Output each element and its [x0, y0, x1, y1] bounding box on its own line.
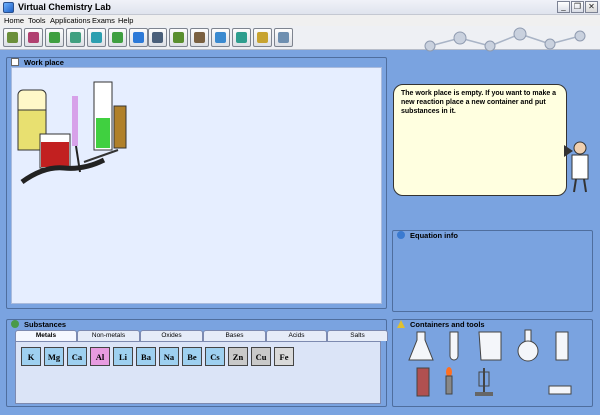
- element-k[interactable]: K: [21, 347, 41, 366]
- bunsen-stand-icon[interactable]: [413, 366, 433, 398]
- info-icon: [397, 231, 405, 239]
- tab-non-metals[interactable]: Non-metals: [77, 330, 140, 341]
- toolbar-button[interactable]: [148, 28, 167, 47]
- element-zn[interactable]: Zn: [228, 347, 248, 366]
- tool-icon: [133, 32, 144, 43]
- window-title: Virtual Chemistry Lab: [18, 2, 111, 12]
- element-fe[interactable]: Fe: [274, 347, 294, 366]
- tab-salts[interactable]: Salts: [327, 330, 388, 341]
- toolbar-button[interactable]: [169, 28, 188, 47]
- toolbar-button[interactable]: [45, 28, 64, 47]
- graduated-cylinder-icon[interactable]: [553, 330, 571, 362]
- toolbar-button[interactable]: [232, 28, 251, 47]
- assistant-message: The work place is empty. If you want to …: [401, 90, 557, 115]
- tool-icon: [215, 32, 226, 43]
- beaker-icon[interactable]: [477, 330, 503, 362]
- tab-bases[interactable]: Bases: [203, 330, 266, 341]
- round-flask-icon[interactable]: [515, 328, 541, 362]
- evaporating-dish-icon[interactable]: [547, 384, 573, 396]
- containers-panel: Containers and tools: [392, 319, 593, 407]
- scientist-avatar: [571, 141, 589, 193]
- toolbar-button[interactable]: [66, 28, 85, 47]
- menu-applications[interactable]: Applications: [50, 16, 90, 25]
- menu-bar: Home Tools Applications Exams Help: [0, 15, 600, 26]
- substances-header: Substances: [11, 319, 69, 329]
- toolbar-button[interactable]: [108, 28, 127, 47]
- menu-home[interactable]: Home: [4, 16, 24, 25]
- substance-tabs: Metals Non-metals Oxides Bases Acids Sal…: [15, 330, 388, 341]
- element-na[interactable]: Na: [159, 347, 179, 366]
- substances-icon: [11, 320, 19, 328]
- tool-icon: [236, 32, 247, 43]
- equation-info-panel: Equation info: [392, 230, 593, 312]
- toolbar-button[interactable]: [129, 28, 148, 47]
- toolbar-button[interactable]: [3, 28, 22, 47]
- molecule-decoration: [424, 27, 586, 52]
- tool-icon: [70, 32, 81, 43]
- containers-title: Containers and tools: [408, 319, 487, 329]
- toolbar-button[interactable]: [211, 28, 230, 47]
- tab-acids[interactable]: Acids: [266, 330, 327, 341]
- tab-oxides[interactable]: Oxides: [140, 330, 203, 341]
- toolbar-button[interactable]: [87, 28, 106, 47]
- element-be[interactable]: Be: [182, 347, 202, 366]
- workplace-panel: Work place: [6, 57, 387, 309]
- minimize-button[interactable]: _: [557, 1, 570, 13]
- substances-title: Substances: [22, 319, 69, 329]
- element-cu[interactable]: Cu: [251, 347, 271, 366]
- menu-exams[interactable]: Exams: [92, 16, 115, 25]
- erlenmeyer-flask-icon[interactable]: [407, 330, 435, 362]
- tool-icon: [49, 32, 60, 43]
- substances-panel: Substances Metals Non-metals Oxides Base…: [6, 319, 388, 407]
- tool-icon: [112, 32, 123, 43]
- element-ba[interactable]: Ba: [136, 347, 156, 366]
- tool-icon: [152, 32, 163, 43]
- element-al[interactable]: Al: [90, 347, 110, 366]
- tab-metals[interactable]: Metals: [15, 330, 77, 341]
- equation-info-header: Equation info: [397, 230, 460, 240]
- element-mg[interactable]: Mg: [44, 347, 64, 366]
- metals-tab-content: K Mg Ca Al Li Ba Na Be Cs Zn Cu Fe: [15, 341, 381, 404]
- flask-icon: [397, 320, 405, 328]
- title-bar: Virtual Chemistry Lab _ ❐ ✕: [0, 0, 600, 15]
- menu-help[interactable]: Help: [118, 16, 133, 25]
- tool-icon: [28, 32, 39, 43]
- clamp-stand-icon[interactable]: [473, 364, 495, 398]
- restore-button[interactable]: ❐: [571, 1, 584, 13]
- burner-icon[interactable]: [441, 366, 457, 398]
- lab-glassware-illustration: [17, 81, 127, 185]
- app-icon: [3, 2, 14, 13]
- workplace-title: Work place: [22, 57, 66, 67]
- element-cs[interactable]: Cs: [205, 347, 225, 366]
- tool-icon: [194, 32, 205, 43]
- tool-icon: [257, 32, 268, 43]
- element-ca[interactable]: Ca: [67, 347, 87, 366]
- window-icon: [11, 58, 19, 66]
- workplace-header: Work place: [11, 57, 66, 67]
- toolbar-button[interactable]: [24, 28, 43, 47]
- toolbar-button[interactable]: [190, 28, 209, 47]
- equation-info-title: Equation info: [408, 230, 460, 240]
- menu-tools[interactable]: Tools: [28, 16, 46, 25]
- workplace-canvas[interactable]: [11, 67, 382, 304]
- tool-icon: [7, 32, 18, 43]
- containers-header: Containers and tools: [397, 319, 487, 329]
- test-tube-icon[interactable]: [447, 330, 461, 362]
- close-button[interactable]: ✕: [585, 1, 598, 13]
- element-li[interactable]: Li: [113, 347, 133, 366]
- tool-icon: [91, 32, 102, 43]
- assistant-speech-bubble: The work place is empty. If you want to …: [393, 84, 567, 196]
- tool-icon: [173, 32, 184, 43]
- toolbar-button[interactable]: [274, 28, 293, 47]
- toolbar-button[interactable]: [253, 28, 272, 47]
- tool-icon: [278, 32, 289, 43]
